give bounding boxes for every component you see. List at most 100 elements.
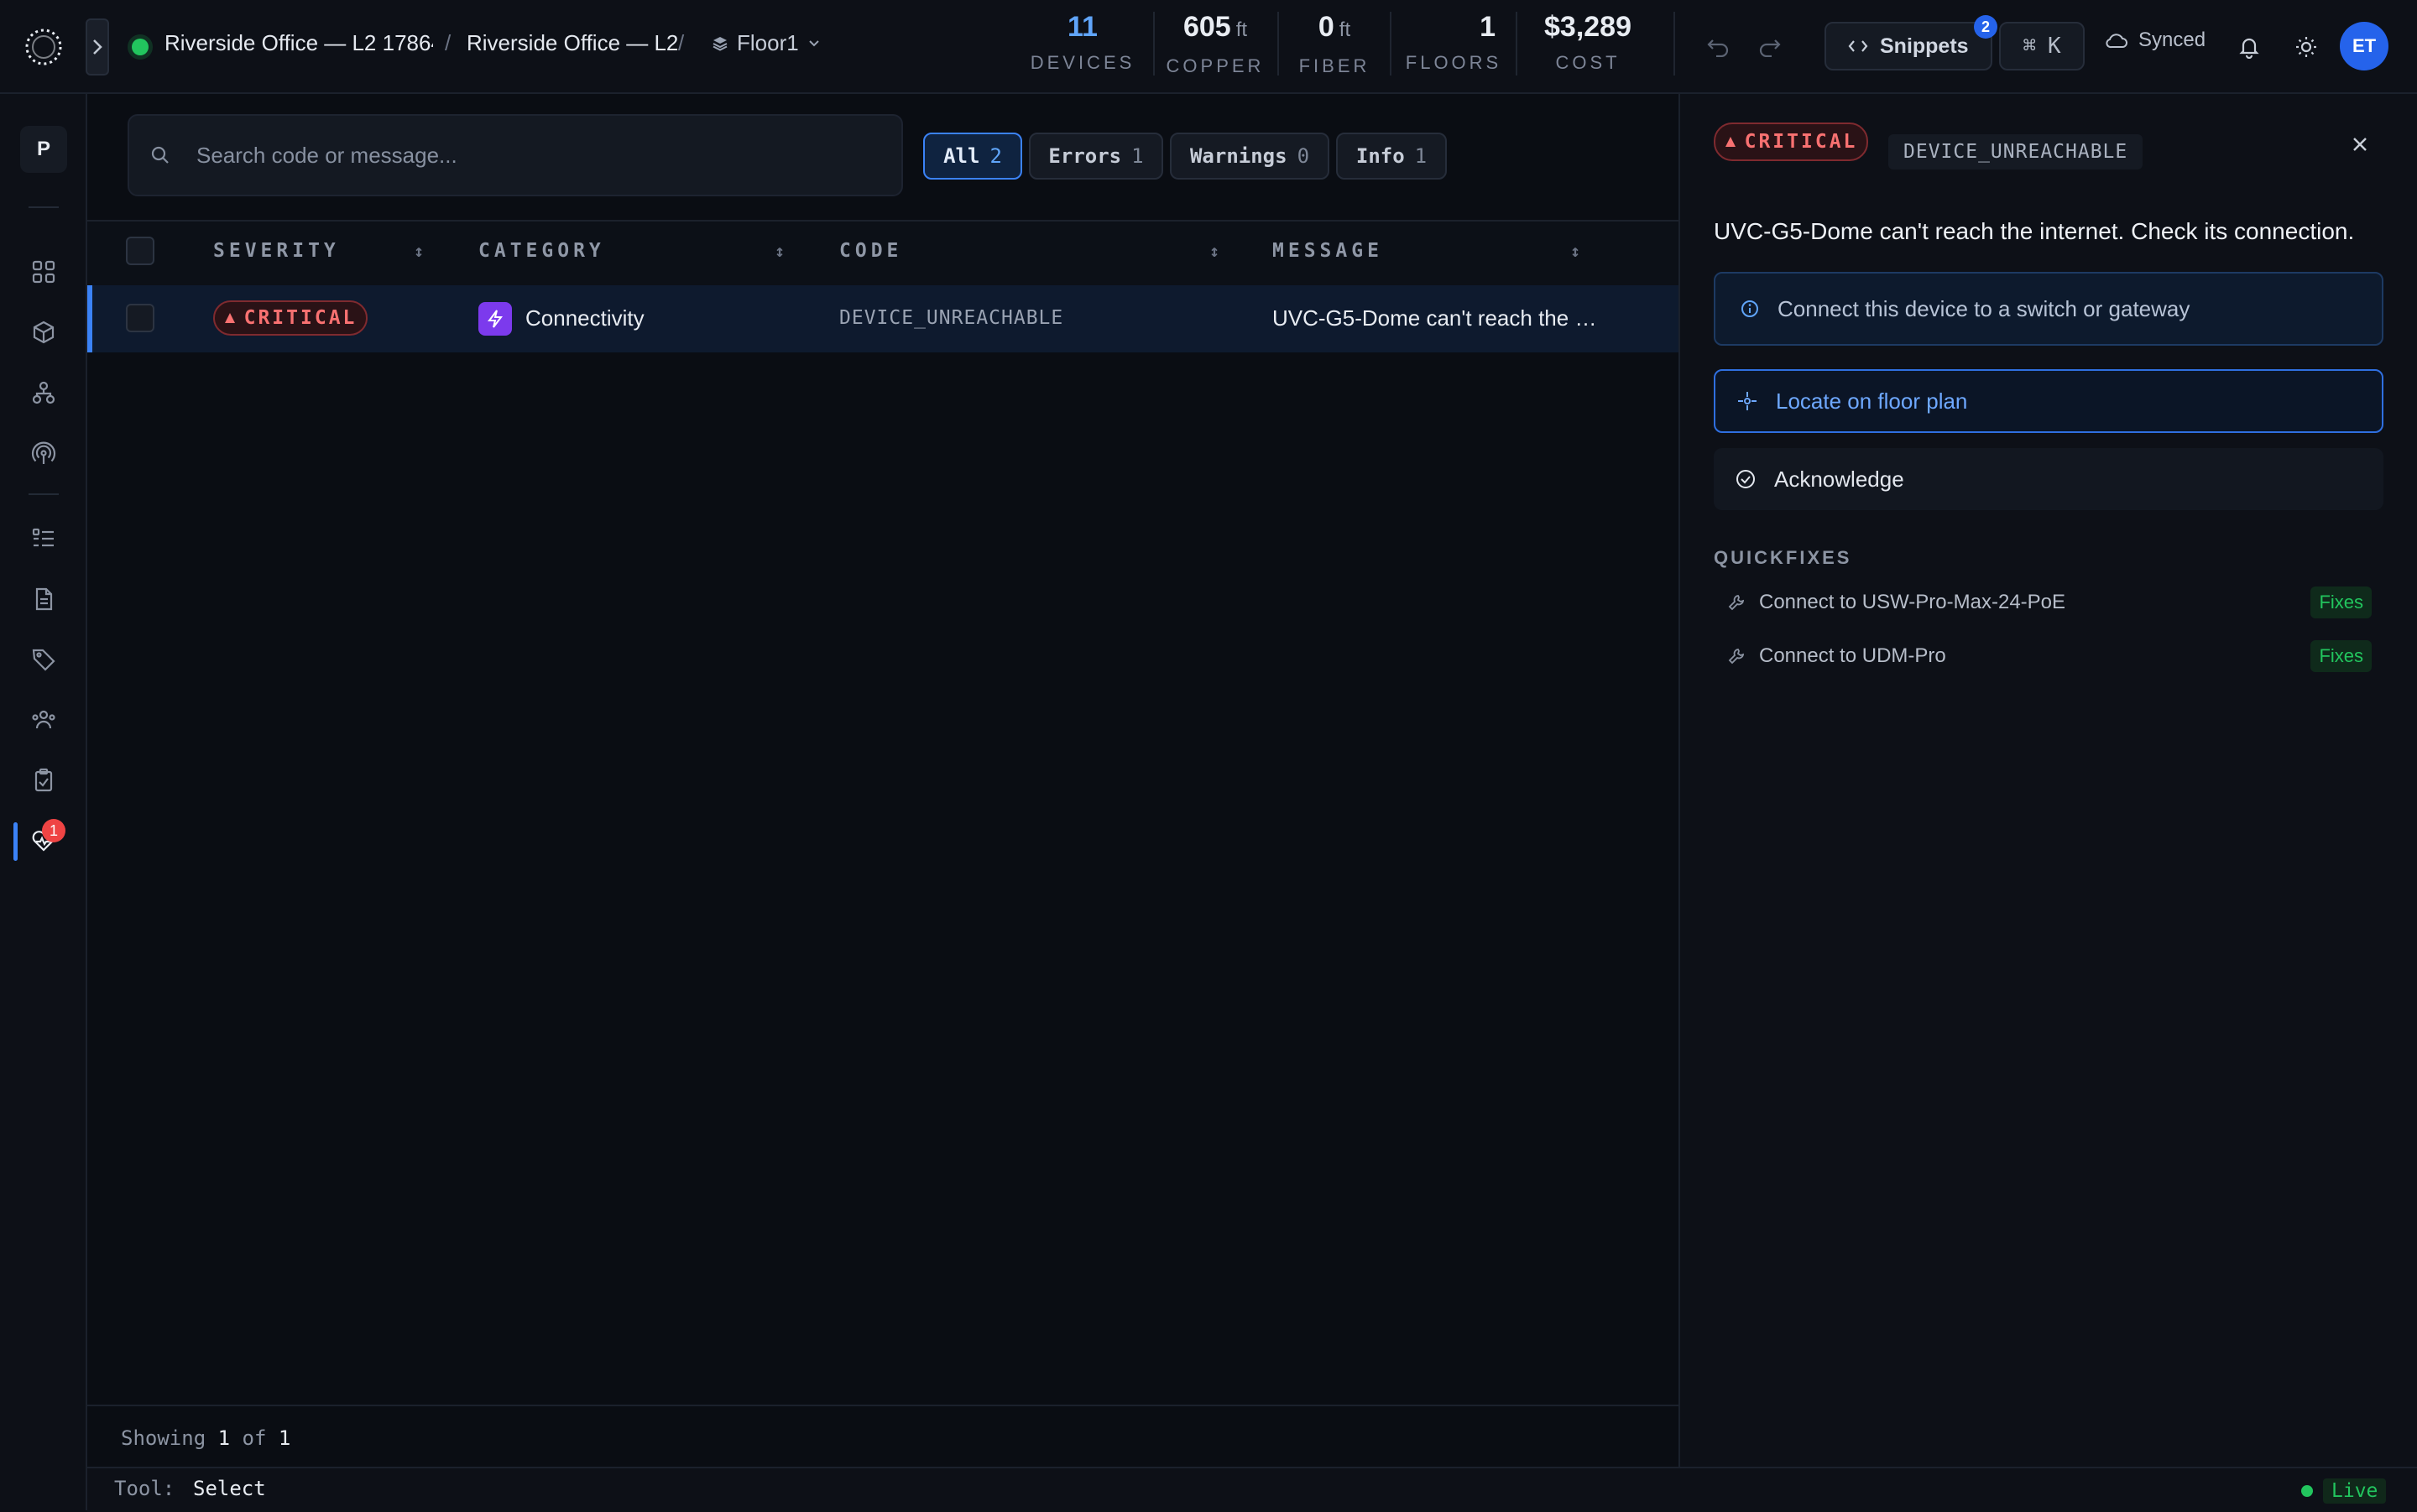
code-cell: DEVICE_UNREACHABLE (839, 307, 1064, 329)
rail-active-indicator (13, 822, 18, 861)
column-header-label: CODE (839, 240, 903, 262)
stat-label: FIBER (1298, 55, 1370, 76)
stat-value: 0 ft (1318, 11, 1351, 43)
rail-item-wireless[interactable] (25, 435, 62, 472)
search-input[interactable] (195, 141, 853, 169)
detail-message: UVC-G5-Dome can't reach the internet. Ch… (1714, 218, 2355, 244)
warning-triangle-icon (224, 313, 235, 323)
quickfix-label: Connect to USW-Pro-Max-24-PoE (1759, 591, 2066, 613)
filter-info[interactable]: Info 1 (1336, 133, 1447, 180)
divider (1673, 12, 1675, 76)
divider (1153, 12, 1155, 76)
left-rail (0, 94, 87, 1510)
column-header-severity[interactable]: SEVERITY ↕ (213, 240, 428, 262)
project-switcher[interactable]: P (20, 126, 67, 173)
filter-all[interactable]: All 2 (923, 133, 1022, 180)
rail-item-devices[interactable] (25, 314, 62, 351)
sort-icon: ↕ (1208, 241, 1224, 261)
search-icon (151, 146, 169, 164)
bolt-icon (478, 302, 512, 336)
undo-icon (1707, 39, 1729, 57)
locate-on-floor-plan-button[interactable]: Locate on floor plan (1714, 369, 2383, 433)
command-palette-button[interactable]: ⌘ K (1999, 22, 2085, 70)
select-all-checkbox[interactable] (126, 237, 154, 265)
divider (1390, 12, 1391, 76)
hint-callout: Connect this device to a switch or gatew… (1714, 272, 2383, 346)
warning-triangle-icon (1725, 137, 1736, 147)
redo-button[interactable] (1751, 29, 1788, 65)
snippets-label: Snippets (1880, 34, 1969, 58)
category-cell: Connectivity (525, 305, 645, 331)
status-bar (87, 1467, 2417, 1512)
health-issue-badge: 1 (42, 819, 65, 842)
severity-label: CRITICAL (243, 307, 358, 329)
app-logo-icon[interactable] (22, 25, 65, 69)
rail-item-tags[interactable] (25, 641, 62, 678)
row-checkbox[interactable] (126, 304, 154, 332)
crosshair-icon (1738, 392, 1757, 410)
rail-item-reports[interactable] (25, 581, 62, 618)
rail-item-checklist[interactable] (25, 762, 62, 799)
quickfix-item[interactable]: Connect to UDM-Pro Fixes (1714, 633, 2383, 680)
acknowledge-button[interactable]: Acknowledge (1714, 448, 2383, 510)
chevron-down-icon (808, 39, 819, 46)
filter-count: 0 (1297, 144, 1310, 168)
quickfixes-heading: QUICKFIXES (1714, 547, 1852, 568)
filter-count: 1 (1414, 144, 1428, 168)
cube-icon (33, 321, 55, 344)
fixes-tag: Fixes (2310, 587, 2372, 618)
rail-item-list[interactable] (25, 520, 62, 557)
tag-icon (32, 649, 55, 671)
user-avatar[interactable]: ET (2340, 22, 2388, 70)
column-header-code[interactable]: CODE ↕ (839, 240, 1224, 262)
rail-divider (29, 206, 59, 208)
filter-count: 2 (989, 144, 1002, 168)
floor-selector-label: Floor1 (737, 30, 799, 55)
live-label: Live (2323, 1478, 2387, 1504)
filter-label: Errors (1048, 144, 1122, 168)
close-panel-button[interactable] (2341, 126, 2378, 163)
breadcrumb-project[interactable]: Riverside Office — L2 178649 (164, 30, 433, 56)
cloud-icon (2106, 34, 2127, 49)
wrench-icon (1728, 595, 1745, 611)
sort-icon: ↕ (1569, 241, 1584, 261)
stat-label: COPPER (1166, 55, 1265, 76)
clipboard-check-icon (34, 768, 53, 792)
expand-sidebar-button[interactable] (86, 18, 109, 76)
tool-value: Select (193, 1477, 266, 1500)
bell-icon (2239, 38, 2259, 59)
layers-icon (713, 36, 728, 51)
floor-selector[interactable]: Floor1 (712, 30, 821, 56)
users-icon (32, 710, 55, 729)
quickfix-item[interactable]: Connect to USW-Pro-Max-24-PoE Fixes (1714, 579, 2383, 626)
filter-label: All (943, 144, 980, 168)
undo-button[interactable] (1700, 29, 1737, 65)
snippets-button[interactable]: Snippets (1824, 22, 1992, 70)
footer-divider (87, 1405, 1678, 1406)
stat-value: 1 (1480, 11, 1496, 43)
hint-text: Connect this device to a switch or gatew… (1778, 295, 2190, 321)
theme-toggle-button[interactable] (2288, 29, 2325, 65)
filter-errors[interactable]: Errors 1 (1029, 133, 1163, 180)
document-icon (35, 587, 53, 611)
search-box[interactable] (128, 114, 903, 196)
breadcrumb-site[interactable]: Riverside Office — L2 (467, 30, 678, 56)
detail-severity-badge: CRITICAL (1714, 123, 1868, 161)
redo-icon (1759, 39, 1781, 57)
filter-label: Warnings (1189, 144, 1287, 168)
column-header-message[interactable]: MESSAGE ↕ (1272, 240, 1584, 262)
filter-warnings[interactable]: Warnings 0 (1170, 133, 1329, 180)
sync-status[interactable]: Synced (2105, 29, 2206, 52)
rail-item-dashboard[interactable] (25, 253, 62, 290)
stat-label: FLOORS (1405, 52, 1502, 73)
rail-item-topology[interactable] (25, 374, 62, 411)
sort-icon: ↕ (774, 241, 789, 261)
wrench-icon (1728, 649, 1745, 665)
notifications-button[interactable] (2231, 29, 2268, 65)
detail-code: DEVICE_UNREACHABLE (1888, 134, 2143, 169)
rail-divider (29, 493, 59, 495)
rail-item-team[interactable] (25, 701, 62, 738)
column-header-category[interactable]: CATEGORY ↕ (478, 240, 789, 262)
column-header-label: CATEGORY (478, 240, 605, 262)
locate-label: Locate on floor plan (1776, 388, 1968, 414)
